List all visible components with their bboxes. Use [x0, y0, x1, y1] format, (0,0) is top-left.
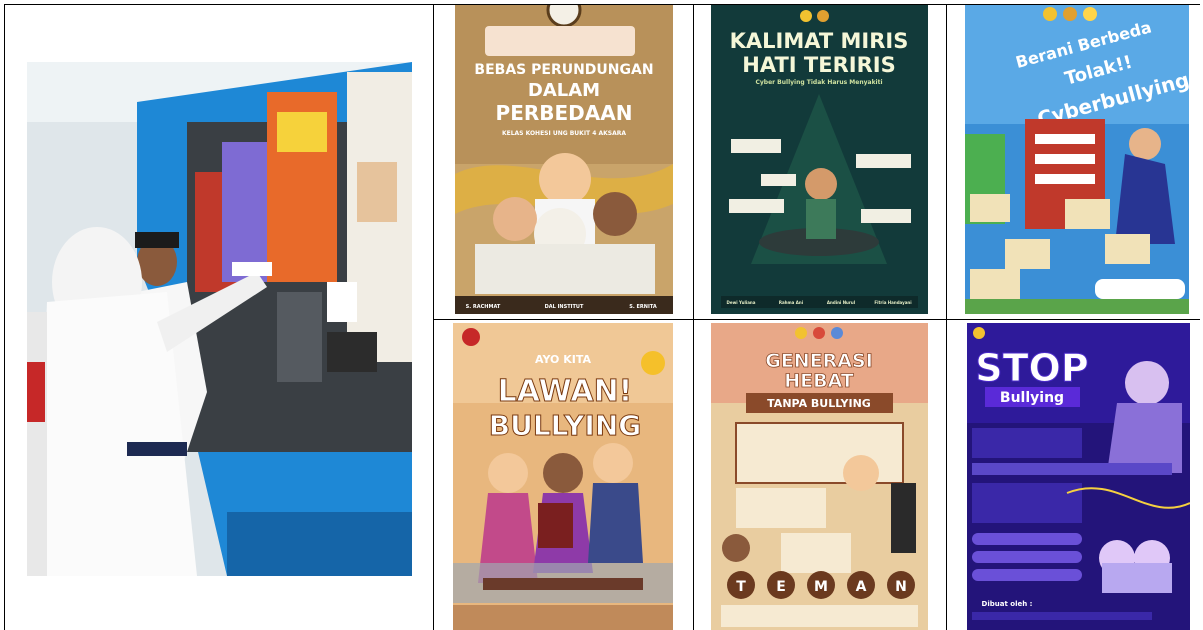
poster-5-title-line-1: GENERASI [765, 350, 873, 372]
poster-5-title-line-3: TANPA BULLYING [767, 397, 871, 410]
poster-5-letter-m: M [814, 579, 828, 595]
poster-kalimat-miris: KALIMAT MIRIS HATI TERIRIS Cyber Bullyin… [711, 4, 928, 314]
poster-5-letter-n: N [895, 579, 907, 595]
poster-1-title-line-1: BEBAS PERUNDUNGAN [474, 62, 653, 78]
figure-table: BEBAS PERUNDUNGAN DALAM PERBEDAAN KELAS … [0, 0, 1203, 630]
poster-2-footer-4: Fitria Handayani [874, 300, 912, 305]
poster-2-footer-1: Dewi Yuliana [727, 300, 756, 305]
poster-2-footer-3: Andini Nurul [827, 300, 856, 305]
poster-4-title-line-2: LAWAN! [498, 374, 633, 409]
poster-1-title-line-2: DALAM [528, 80, 600, 101]
poster-stop-bullying: STOP Bullying Dibuat oleh : [967, 323, 1190, 630]
poster-2-title-line-1: KALIMAT MIRIS [730, 29, 909, 53]
poster-6-title-line-1: STOP [975, 346, 1088, 390]
table-border-top [4, 4, 1200, 5]
students-posting-poster-photo [27, 62, 412, 576]
poster-5-letter-e: E [776, 579, 786, 595]
poster-1-footer-1: S. RACHMAT [466, 304, 501, 310]
poster-bebas-perundungan: BEBAS PERUNDUNGAN DALAM PERBEDAAN KELAS … [455, 4, 673, 314]
poster-2-subtitle: Cyber Bullying Tidak Harus Menyakiti [755, 79, 882, 86]
poster-4-title-line-1: AYO KITA [535, 353, 591, 366]
poster-5-letter-a: A [856, 579, 867, 595]
poster-5-title-line-2: HEBAT [784, 370, 854, 392]
column-divider-3 [946, 4, 947, 630]
table-border-left [4, 4, 5, 630]
poster-generasi-hebat: GENERASI HEBAT TANPA BULLYING T E M A N [711, 323, 928, 630]
poster-6-credits-label: Dibuat oleh : [982, 600, 1033, 608]
poster-1-footer-3: S. ERNITA [629, 304, 657, 310]
poster-1-footer-2: DAL INSTITUT [545, 304, 584, 310]
poster-6-title-line-2: Bullying [1000, 390, 1064, 406]
poster-1-title-line-3: PERBEDAAN [496, 101, 633, 125]
poster-2-title-line-2: HATI TERIRIS [742, 53, 895, 77]
poster-lawan-bullying: AYO KITA LAWAN! BULLYING [453, 323, 673, 630]
poster-5-letter-t: T [736, 579, 746, 595]
poster-2-footer-2: Rahma Ani [779, 300, 804, 305]
row-divider [433, 319, 1200, 320]
photo-icon [27, 62, 412, 576]
poster-berani-berbeda: Berani Berbeda Tolak!! Cyberbullying [965, 4, 1189, 314]
poster-1-subtitle: KELAS KOHESI UNG BUKIT 4 AKSARA [502, 130, 626, 137]
column-divider-1 [433, 4, 434, 630]
column-divider-2 [693, 4, 694, 630]
poster-4-title-line-3: BULLYING [489, 409, 642, 442]
